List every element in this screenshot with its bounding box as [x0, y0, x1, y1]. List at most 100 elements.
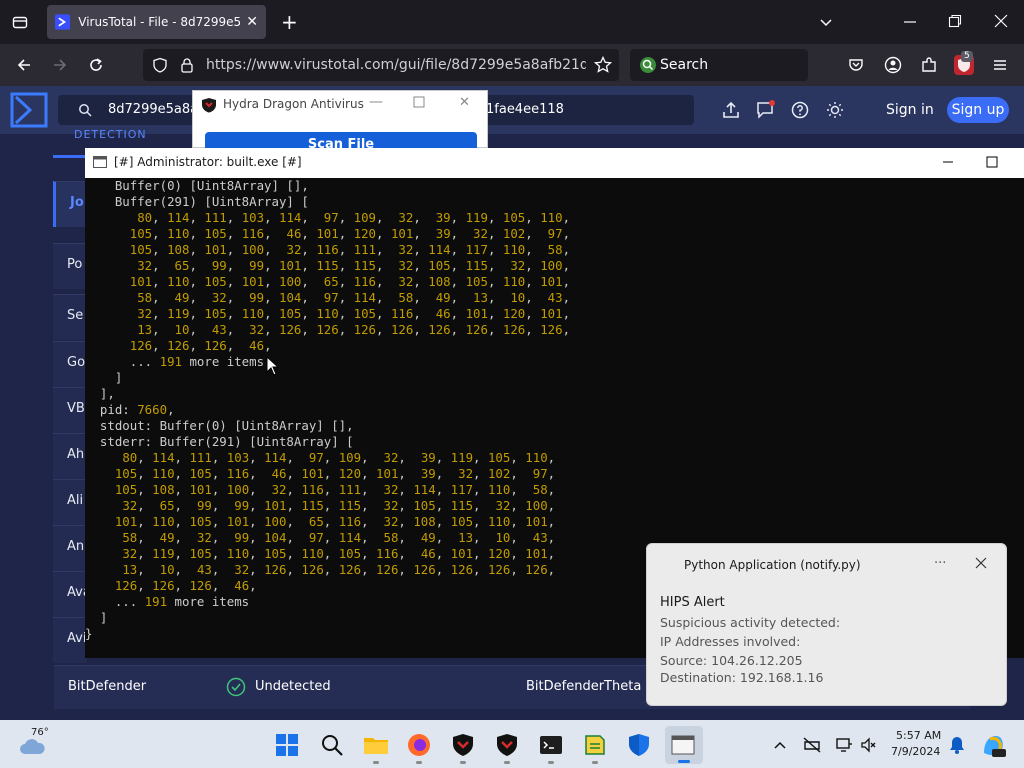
address-bar[interactable]: https://www.virustotal.com/gui/file/8d72…	[143, 49, 619, 81]
hydra-minimize-icon[interactable]: —	[369, 94, 383, 110]
defender-shield-icon[interactable]	[627, 733, 651, 757]
console-app-icon-taskbar[interactable]	[671, 733, 695, 757]
engine-name: BitDefender	[68, 679, 147, 694]
tab-title: VirusTotal - File - 8d7299e5a8afb21de858	[78, 15, 241, 29]
side-item-1[interactable]: Po	[53, 243, 87, 289]
tab-detection[interactable]: DETECTION	[74, 128, 147, 141]
console-line: 105, 108, 101, 100, 32, 116, 111, 32, 11…	[129, 242, 571, 257]
side-item-0[interactable]: Jo	[53, 181, 87, 227]
side-item-5[interactable]: Ah	[53, 433, 87, 479]
hydra-dragon-icon-2[interactable]	[495, 733, 519, 757]
side-item-9[interactable]: Avi	[53, 617, 87, 663]
vt-search-icon	[78, 103, 92, 117]
minimize-window-icon[interactable]	[903, 14, 917, 28]
url-text[interactable]: https://www.virustotal.com/gui/file/8d72…	[206, 57, 586, 73]
console-line: 105, 108, 101, 100, 32, 116, 111, 32, 11…	[114, 482, 556, 497]
tab-overview-icon[interactable]	[12, 14, 28, 30]
upload-icon[interactable]	[722, 101, 740, 119]
console-title-bar: [#] Administrator: built.exe [#]	[85, 148, 1024, 178]
tray-chevron-up-icon[interactable]	[774, 739, 786, 751]
console-app-icon	[93, 156, 107, 168]
side-item-2[interactable]: Se	[53, 294, 87, 340]
firefox-icon[interactable]	[407, 733, 431, 757]
hydra-close-icon[interactable]: ✕	[459, 95, 470, 110]
notification-app-name: Python Application (notify.py)	[684, 558, 861, 572]
reload-icon[interactable]	[88, 57, 104, 73]
copilot-icon[interactable]	[980, 733, 1006, 759]
start-windows-icon[interactable]	[275, 733, 299, 757]
chat-icon[interactable]	[756, 100, 776, 120]
notification-line: IP Addresses involved:	[660, 634, 801, 649]
signup-button[interactable]: Sign up	[947, 97, 1009, 123]
file-explorer-icon[interactable]	[363, 733, 388, 757]
list-all-tabs-icon[interactable]	[818, 14, 834, 30]
hydra-dragon-icon[interactable]	[451, 733, 475, 757]
hydra-maximize-icon[interactable]	[413, 96, 425, 108]
side-item-3[interactable]: Go	[53, 341, 87, 387]
console-maximize-icon[interactable]	[986, 156, 998, 168]
running-indicator	[460, 761, 466, 764]
help-icon[interactable]	[791, 101, 809, 119]
console-line: 80, 114, 111, 103, 114, 97, 109, 32, 39,…	[122, 450, 556, 465]
weather-cloud-icon[interactable]	[18, 737, 46, 757]
notification-close-icon[interactable]	[975, 557, 987, 569]
shield-icon[interactable]	[152, 57, 168, 73]
console-line: ... 191 more items	[85, 354, 265, 369]
notification-line: Destination: 192.168.1.16	[660, 670, 824, 685]
console-line: 32, 119, 105, 110, 105, 110, 105, 116, 4…	[137, 306, 571, 321]
tray-volume-off-icon[interactable]	[860, 736, 878, 754]
tab-close-icon[interactable]: ✕	[246, 14, 258, 30]
notification-title: HIPS Alert	[660, 595, 725, 610]
browser-tab-active[interactable]: VirusTotal - File - 8d7299e5a8afb21de858…	[47, 5, 266, 39]
weather-temp: 76°	[31, 727, 49, 738]
console-line: 13, 10, 43, 32, 126, 126, 126, 126, 126,…	[137, 322, 571, 337]
console-line: ]	[85, 370, 123, 385]
new-tab-icon[interactable]: +	[281, 12, 298, 32]
side-item-8[interactable]: Ava	[53, 571, 87, 617]
console-line: 105, 110, 105, 116, 46, 101, 120, 101, 3…	[129, 226, 571, 241]
menu-hamburger-icon[interactable]	[992, 57, 1008, 73]
notification-toast[interactable]: Python Application (notify.py) ··· HIPS …	[646, 543, 1007, 706]
close-window-icon[interactable]	[994, 14, 1008, 28]
side-item-4[interactable]: VB	[53, 387, 87, 433]
active-indicator	[678, 760, 690, 763]
bookmark-star-icon[interactable]	[594, 56, 612, 74]
tray-device-icon[interactable]	[835, 736, 853, 754]
search-icon[interactable]	[320, 733, 344, 757]
terminal-icon[interactable]	[539, 733, 563, 757]
engine-name-2: BitDefenderTheta	[526, 679, 642, 694]
notification-bell-icon[interactable]	[949, 736, 965, 754]
forward-icon[interactable]	[52, 57, 68, 73]
console-line: 32, 65, 99, 99, 101, 115, 115, 32, 105, …	[122, 498, 556, 513]
clock-date[interactable]: 7/9/2024	[891, 745, 940, 758]
back-icon[interactable]	[16, 57, 32, 73]
signin-link[interactable]: Sign in	[886, 102, 934, 118]
restore-window-icon[interactable]	[948, 14, 962, 28]
notification-line: Source: 104.26.12.205	[660, 653, 803, 668]
console-line: 105, 110, 105, 116, 46, 101, 120, 101, 3…	[114, 466, 556, 481]
engine-status: Undetected	[255, 679, 331, 694]
hydra-app-icon	[201, 97, 217, 113]
search-bar[interactable]: Search	[630, 49, 808, 81]
mouse-cursor-icon	[266, 356, 278, 376]
clock-time[interactable]: 5:57 AM	[896, 729, 941, 742]
virustotal-logo-icon[interactable]	[10, 92, 48, 128]
virustotal-favicon-icon	[55, 14, 71, 30]
side-item-7[interactable]: An	[53, 525, 87, 571]
notification-more-icon[interactable]: ···	[934, 556, 946, 571]
theme-sun-icon[interactable]	[826, 101, 844, 119]
console-line: Buffer(0) [Uint8Array] [],	[85, 178, 309, 193]
console-line: 58, 49, 32, 99, 104, 97, 114, 58, 49, 13…	[137, 290, 571, 305]
console-title: [#] Administrator: built.exe [#]	[114, 155, 302, 169]
extensions-icon[interactable]	[920, 56, 938, 74]
console-line: ],	[85, 386, 115, 401]
pocket-icon[interactable]	[848, 57, 864, 73]
running-indicator	[592, 761, 598, 764]
account-icon[interactable]	[884, 56, 902, 74]
lock-icon[interactable]	[179, 57, 195, 73]
sheet-app-icon[interactable]	[583, 733, 607, 757]
console-minimize-icon[interactable]	[942, 154, 954, 168]
search-bar-label: Search	[660, 57, 709, 73]
side-item-6[interactable]: Ali	[53, 479, 87, 525]
tray-network-off-icon[interactable]	[803, 736, 821, 754]
